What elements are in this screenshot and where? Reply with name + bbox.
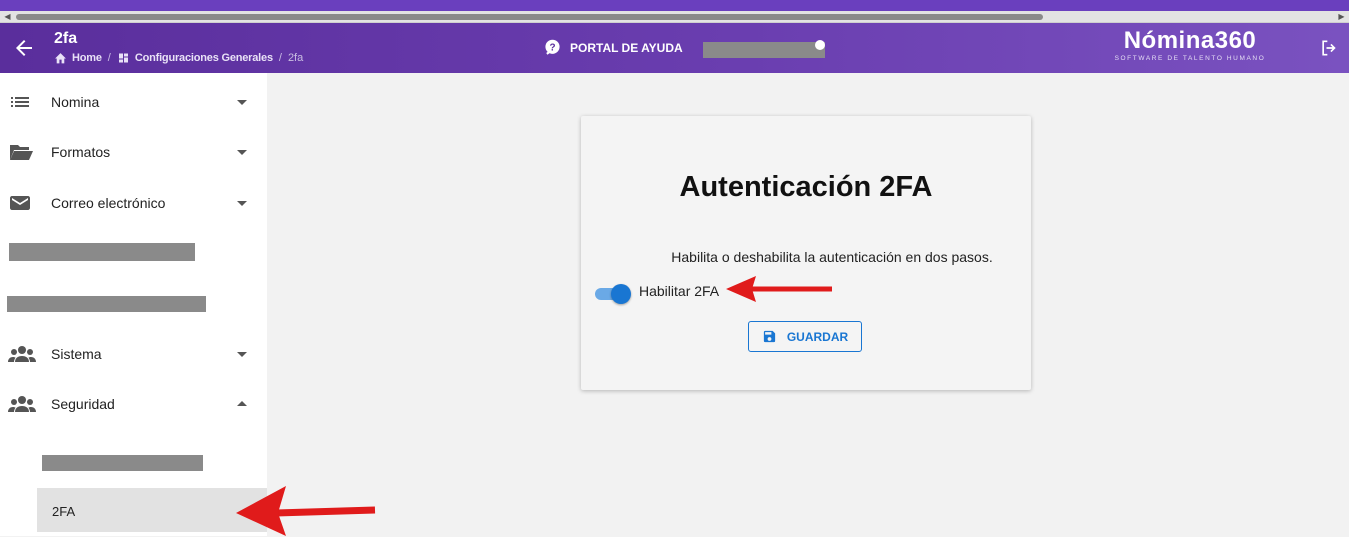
breadcrumb-separator: /	[278, 52, 282, 64]
toggle-knob	[611, 284, 631, 304]
sidebar-item-label: Seguridad	[51, 396, 115, 412]
sidebar-item-sistema[interactable]: Sistema	[0, 329, 267, 379]
app-header: 2fa Home / Configuraciones Generales / 2…	[0, 23, 1349, 73]
svg-text:?: ?	[549, 42, 555, 53]
breadcrumb-separator: /	[107, 52, 111, 64]
redacted-user-name	[703, 42, 825, 58]
sidebar-item-seguridad[interactable]: Seguridad	[0, 379, 267, 429]
back-arrow-icon[interactable]	[12, 36, 36, 60]
redacted-sidebar-item[interactable]	[7, 296, 206, 312]
dashboard-icon	[118, 53, 128, 63]
chevron-up-icon	[234, 396, 250, 412]
mail-icon	[8, 191, 32, 215]
redacted-sidebar-item[interactable]	[9, 243, 195, 261]
breadcrumb-home[interactable]: Home	[54, 52, 102, 64]
card-description: Habilita o deshabilita la autenticación …	[671, 249, 993, 265]
sidebar-item-label: Nomina	[51, 94, 100, 110]
sidebar-subitem-label: 2FA	[52, 504, 76, 519]
breadcrumb-current: 2fa	[287, 52, 304, 64]
people-icon	[8, 342, 36, 366]
annotation-arrow-icon	[236, 486, 376, 536]
card-title: Autenticación 2FA	[679, 171, 933, 203]
scroll-right-arrow-icon[interactable]: ▶	[1336, 12, 1347, 22]
list-icon	[8, 90, 32, 114]
sidebar-subitem-2fa[interactable]: 2FA	[37, 488, 267, 532]
help-portal-link[interactable]: ? PORTAL DE AYUDA	[544, 39, 683, 56]
save-icon	[763, 330, 775, 343]
sidebar-item-label: Sistema	[51, 346, 102, 362]
chevron-down-icon	[234, 94, 250, 110]
scrollbar-thumb[interactable]	[16, 14, 1043, 20]
logo-tagline: SOFTWARE DE TALENTO HUMANO	[1114, 55, 1266, 62]
brand-logo: Nómina360 SOFTWARE DE TALENTO HUMANO	[1100, 27, 1280, 62]
user-menu-indicator[interactable]	[815, 40, 825, 50]
page-title: 2fa	[54, 30, 78, 47]
window-top-strip	[0, 0, 1349, 11]
sidebar-item-label: Formatos	[51, 144, 111, 160]
logo-name: Nómina360	[1123, 27, 1257, 54]
horizontal-scrollbar[interactable]: ◀ ▶	[0, 11, 1349, 23]
redacted-sub-item[interactable]	[42, 455, 203, 471]
logout-icon[interactable]	[1319, 38, 1339, 58]
auth-2fa-card: Autenticación 2FA Habilita o deshabilita…	[581, 116, 1031, 390]
sidebar-item-formatos[interactable]: Formatos	[0, 127, 267, 177]
annotation-arrow-icon	[726, 276, 832, 302]
chevron-down-icon	[234, 346, 250, 362]
sidebar-item-label: Correo electrónico	[51, 195, 166, 211]
breadcrumb-config[interactable]: Configuraciones Generales	[117, 52, 273, 64]
enable-2fa-toggle[interactable]	[595, 283, 631, 304]
toggle-label: Habilitar 2FA	[639, 283, 720, 299]
sidebar: Nomina Formatos Correo electrónico Siste…	[0, 73, 267, 536]
chevron-down-icon	[234, 144, 250, 160]
save-button[interactable]: GUARDAR	[748, 321, 862, 352]
people-icon	[8, 392, 36, 416]
folder-open-icon	[8, 140, 33, 164]
sidebar-item-correo[interactable]: Correo electrónico	[0, 178, 267, 228]
breadcrumb: Home / Configuraciones Generales / 2fa	[54, 52, 303, 64]
chevron-down-icon	[234, 195, 250, 211]
help-icon: ?	[545, 39, 560, 55]
scroll-left-arrow-icon[interactable]: ◀	[2, 12, 13, 22]
home-icon	[55, 53, 66, 64]
sidebar-item-nomina[interactable]: Nomina	[0, 77, 267, 127]
